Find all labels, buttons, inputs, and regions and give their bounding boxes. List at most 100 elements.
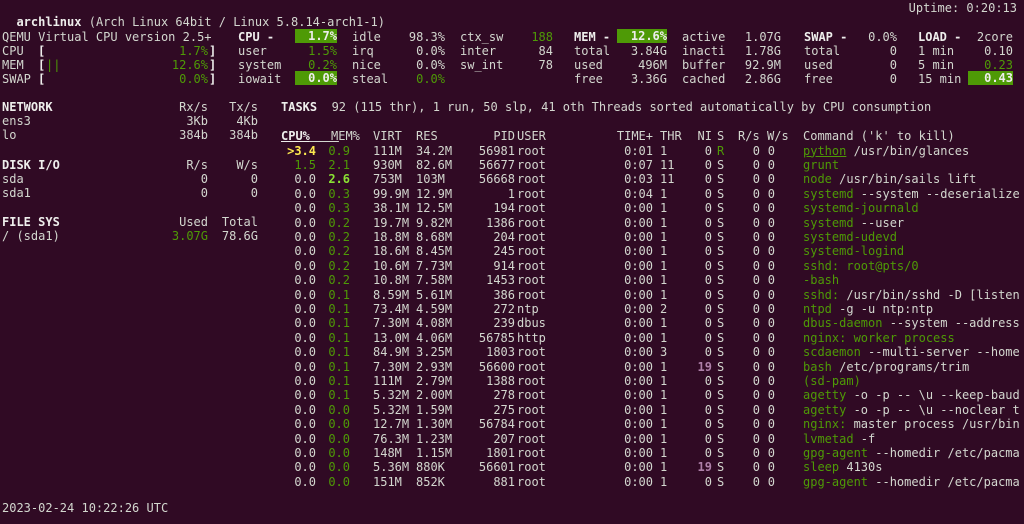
header-ws[interactable]: W/s	[767, 129, 789, 143]
process-res: 1.15M	[416, 445, 453, 460]
process-write-rate: 0	[767, 287, 775, 302]
process-row[interactable]: 0.0 0.1 111M 2.79M 1388 root 0:00 1 0 S 0 0 (sd-pam)	[0, 374, 1024, 388]
process-row[interactable]: 0.0 0.0 76.3M 1.23M 207 root 0:00 1 0 S 0 0 lvmetad …	[0, 432, 1024, 446]
process-pid: 1803	[486, 345, 515, 360]
process-read-rate: 0	[752, 388, 760, 403]
process-time: 0:01	[624, 143, 653, 158]
cpu-inter: 84	[538, 44, 553, 58]
process-virt: 76.3M	[373, 431, 410, 446]
process-row[interactable]: 0.0 0.2 10.6M 7.73M 914 root 0:00 1 0 S 0 0 sshd: ro…	[0, 259, 1024, 273]
cpu-system-label: system	[238, 58, 282, 72]
process-row[interactable]: 0.0 2.6 753M 103M 56668 root 0:03 11 0 S 0 0 node /u…	[0, 172, 1024, 186]
process-row[interactable]: 0.0 0.2 18.8M 8.68M 204 root 0:00 1 0 S 0 0 systemd-…	[0, 230, 1024, 244]
process-status: S	[717, 359, 725, 374]
process-row[interactable]: 0.0 0.3 99.9M 12.9M 1 root 0:04 1 0 S 0 0 systemd --…	[0, 187, 1024, 201]
process-cpu: 0.0	[294, 431, 316, 446]
process-row[interactable]: 0.0 0.1 73.4M 4.59M 272 ntp 0:00 2 0 S 0 0 ntpd -g -…	[0, 302, 1024, 316]
process-row[interactable]: 0.0 0.2 19.7M 9.82M 1386 root 0:00 1 0 S 0 0 systemd…	[0, 216, 1024, 230]
process-command-name: dbus-daemon	[803, 316, 883, 331]
process-mem: 0.2	[328, 215, 350, 230]
process-row[interactable]: 0.0 0.1 84.9M 3.25M 1803 root 0:00 3 0 S 0 0 scdaemo…	[0, 345, 1024, 359]
process-row[interactable]: 0.0 0.0 151M 852K 881 root 0:00 1 0 S 0 0 gpg-agent …	[0, 475, 1024, 489]
process-read-rate: 0	[752, 157, 760, 172]
process-status: S	[717, 301, 725, 316]
network-interface-name: ens3	[2, 114, 31, 128]
swap-free-label: free	[804, 72, 833, 86]
process-virt: 111M	[373, 143, 402, 158]
header-ni[interactable]: NI	[692, 129, 712, 143]
process-cpu: 0.0	[294, 287, 316, 302]
process-pid: 204	[493, 229, 515, 244]
process-res: 2.93M	[416, 359, 453, 374]
process-res: 9.82M	[416, 215, 453, 230]
process-nice: 0	[704, 301, 712, 316]
header: archlinux (Arch Linux 64bit / Linux 5.8.…	[2, 1, 384, 30]
process-row[interactable]: 0.0 0.2 10.8M 7.58M 1453 root 0:00 1 0 S 0 0 -bash	[0, 273, 1024, 287]
process-threads: 1	[660, 229, 668, 244]
cpu-user-label: user	[238, 44, 267, 58]
process-command-args: -o -p -- \u --noclear t	[846, 402, 1020, 417]
header-virt[interactable]: VIRT	[373, 129, 402, 143]
process-time: 0:07	[624, 157, 653, 172]
process-row[interactable]: 0.0 0.2 18.6M 8.45M 245 root 0:00 1 0 S 0 0 systemd-…	[0, 244, 1024, 258]
process-user: root	[517, 445, 546, 460]
process-read-rate: 0	[752, 431, 760, 446]
process-pid: 1453	[486, 273, 515, 288]
process-time: 0:00	[624, 417, 653, 432]
process-command: scdaemon --multi-server --home	[803, 345, 1020, 359]
process-row[interactable]: 0.0 0.1 7.30M 2.93M 56600 root 0:00 1 19 S 0 0 bash …	[0, 360, 1024, 374]
process-nice: 0	[704, 215, 712, 230]
process-row[interactable]: 0.0 0.1 5.32M 2.00M 278 root 0:00 1 0 S 0 0 agetty -…	[0, 388, 1024, 402]
process-read-rate: 0	[752, 474, 760, 489]
process-row[interactable]: 0.0 0.0 5.32M 1.59M 275 root 0:00 1 0 S 0 0 agetty -…	[0, 403, 1024, 417]
quicklook-label: MEM	[2, 58, 24, 72]
mem-percent: 12.6%	[617, 29, 667, 43]
header-res[interactable]: RES	[416, 129, 438, 143]
process-command: dbus-daemon --system --address	[803, 316, 1020, 330]
load-1min-label: 1 min	[918, 44, 955, 58]
process-pid: 56601	[478, 460, 515, 475]
process-row[interactable]: 0.0 0.0 12.7M 1.30M 56784 root 0:00 1 0 S 0 0 nginx:…	[0, 417, 1024, 431]
process-cpu: 0.0	[294, 273, 316, 288]
process-write-rate: 0	[767, 244, 775, 259]
process-command-args: master process /usr/bin	[846, 417, 1020, 432]
process-row[interactable]: >3.4 0.9 111M 34.2M 56981 root 0:01 1 0 R 0 0 python…	[0, 144, 1024, 158]
cpu-total: 1.7%	[295, 29, 337, 43]
process-status: S	[717, 172, 725, 187]
header-rs[interactable]: R/s	[738, 129, 760, 143]
header-thr[interactable]: THR	[660, 129, 682, 143]
process-virt: 5.32M	[373, 388, 410, 403]
process-pid: 56981	[478, 143, 515, 158]
process-cpu: 0.0	[294, 330, 316, 345]
process-cpu: 1.5	[294, 157, 316, 172]
process-nice: 0	[704, 330, 712, 345]
network-rx-header: Rx/s	[179, 100, 208, 114]
header-time[interactable]: TIME+	[613, 129, 653, 143]
header-mem[interactable]: MEM%	[331, 129, 360, 143]
header-s[interactable]: S	[717, 129, 724, 143]
process-command: systemd-journald	[803, 201, 919, 215]
process-row[interactable]: 0.0 0.1 8.59M 5.61M 386 root 0:00 1 0 S 0 0 sshd: /u…	[0, 288, 1024, 302]
process-row[interactable]: 0.0 0.0 148M 1.15M 1801 root 0:00 1 0 S 0 0 gpg-agen…	[0, 446, 1024, 460]
process-status: S	[717, 215, 725, 230]
process-row[interactable]: 0.0 0.1 13.0M 4.06M 56785 http 0:00 1 0 S 0 0 nginx:…	[0, 331, 1024, 345]
process-read-rate: 0	[752, 273, 760, 288]
process-command-name: nginx:	[803, 417, 847, 432]
process-row[interactable]: 0.0 0.0 5.36M 880K 56601 root 0:00 1 19 S 0 0 sleep …	[0, 460, 1024, 474]
header-user[interactable]: USER	[517, 129, 546, 143]
process-cpu: 0.0	[294, 359, 316, 374]
header-cpu-sorted[interactable]: CPU%	[281, 129, 310, 143]
process-mem: 0.0	[328, 460, 350, 475]
process-cpu: 0.0	[294, 258, 316, 273]
swap-percent: 0.0%	[868, 30, 897, 44]
process-row[interactable]: 1.5 2.1 930M 82.6M 56677 root 0:07 11 0 S 0 0 grunt	[0, 158, 1024, 172]
process-virt: 38.1M	[373, 201, 410, 216]
process-command: node /usr/bin/sails lift	[803, 172, 976, 186]
process-status: S	[717, 402, 725, 417]
process-row[interactable]: 0.0 0.1 7.30M 4.08M 239 dbus 0:00 1 0 S 0 0 dbus-dae…	[0, 316, 1024, 330]
process-row[interactable]: 0.0 0.3 38.1M 12.5M 194 root 0:00 1 0 S 0 0 systemd-…	[0, 201, 1024, 215]
process-virt: 84.9M	[373, 345, 410, 360]
mem-free-label: free	[574, 72, 603, 86]
process-command: python /usr/bin/glances	[803, 144, 969, 158]
header-pid[interactable]: PID	[470, 129, 515, 143]
